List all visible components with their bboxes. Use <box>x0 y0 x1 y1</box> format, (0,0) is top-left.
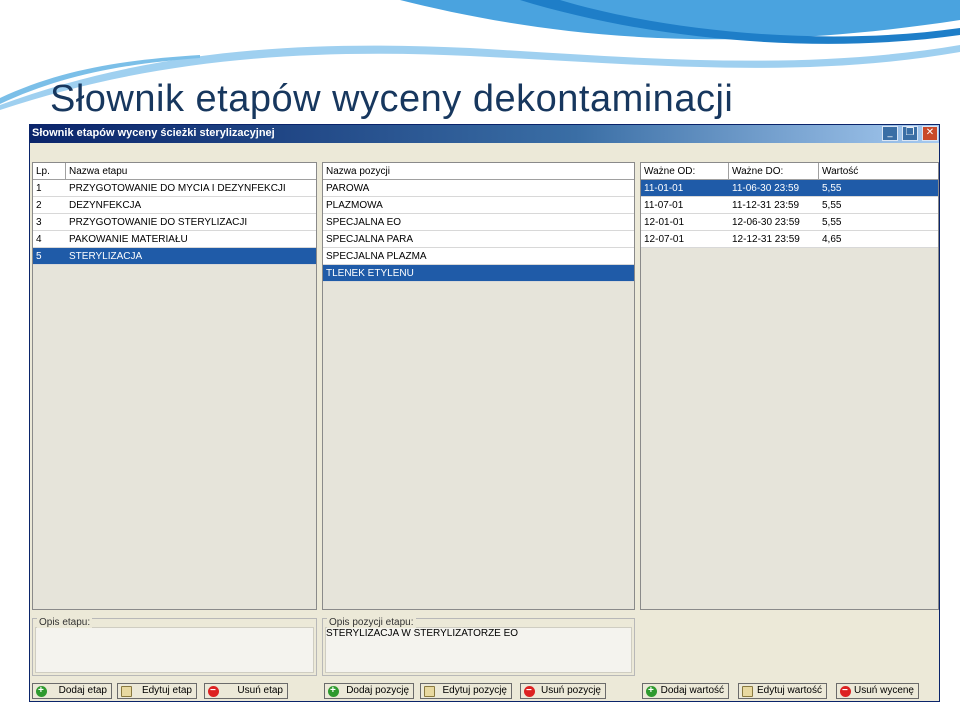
app-window: Słownik etapów wyceny ścieżki sterylizac… <box>29 124 940 702</box>
value-row[interactable]: 12-07-01 12-12-31 23:59 4,65 <box>641 231 938 248</box>
value-cell-value: 4,65 <box>822 234 842 245</box>
add-value-button[interactable]: Dodaj wartość <box>642 683 729 699</box>
position-cell-name: SPECJALNA PARA <box>326 234 414 245</box>
stage-cell-name: STERYLIZACJA <box>69 251 143 262</box>
stage-cell-name: DEZYNFEKCJA <box>69 200 142 211</box>
stage-cell-lp: 1 <box>36 183 42 194</box>
edit-value-button[interactable]: Edytuj wartość <box>738 683 827 699</box>
value-cell-value: 5,55 <box>822 200 842 211</box>
stage-cell-lp: 4 <box>36 234 42 245</box>
stage-row[interactable]: 4 PAKOWANIE MATERIAŁU <box>33 231 316 248</box>
window-title: Słownik etapów wyceny ścieżki sterylizac… <box>32 127 275 139</box>
stage-description-group: Opis etapu: <box>32 617 317 676</box>
value-cell-to: 12-12-31 23:59 <box>732 234 800 245</box>
value-cell-from: 11-07-01 <box>644 200 684 211</box>
stage-description-field[interactable] <box>35 627 314 673</box>
stage-description-label: Opis etapu: <box>37 617 93 628</box>
delete-value-label: Usuń wycenę <box>853 685 914 696</box>
stage-row[interactable]: 5 STERYLIZACJA <box>33 248 316 265</box>
close-icon[interactable]: ✕ <box>922 126 938 141</box>
position-row[interactable]: SPECJALNA PLAZMA <box>323 248 634 265</box>
value-cell-to: 12-06-30 23:59 <box>732 217 800 228</box>
position-row[interactable]: PLAZMOWA <box>323 197 634 214</box>
column-header-position-name[interactable]: Nazwa pozycji <box>323 163 634 180</box>
value-row[interactable]: 11-07-01 11-12-31 23:59 5,55 <box>641 197 938 214</box>
value-cell-value: 5,55 <box>822 217 842 228</box>
add-stage-label: Dodaj etap <box>58 685 107 696</box>
position-row[interactable]: PAROWA <box>323 180 634 197</box>
edit-position-label: Edytuj pozycję <box>442 685 507 696</box>
value-cell-from: 12-01-01 <box>644 217 685 228</box>
add-position-label: Dodaj pozycję <box>346 685 409 696</box>
position-cell-name: PLAZMOWA <box>326 200 383 211</box>
values-grid-header: Ważne OD: Ważne DO: Wartość <box>641 163 938 180</box>
values-grid[interactable]: Ważne OD: Ważne DO: Wartość 11-01-01 11-0… <box>640 162 939 610</box>
add-position-button[interactable]: Dodaj pozycję <box>324 683 414 699</box>
stage-cell-lp: 2 <box>36 200 42 211</box>
value-row[interactable]: 12-01-01 12-06-30 23:59 5,55 <box>641 214 938 231</box>
stages-grid[interactable]: Lp. Nazwa etapu 1 PRZYGOTOWANIE DO MYCIA … <box>32 162 317 610</box>
minimize-icon[interactable]: _ <box>882 126 898 141</box>
stage-cell-name: PAKOWANIE MATERIAŁU <box>69 234 188 245</box>
value-cell-to: 11-06-30 23:59 <box>732 183 800 194</box>
value-cell-from: 12-07-01 <box>644 234 685 245</box>
positions-grid-header: Nazwa pozycji <box>323 163 634 180</box>
stage-row[interactable]: 2 DEZYNFEKCJA <box>33 197 316 214</box>
edit-stage-button[interactable]: Edytuj etap <box>117 683 197 699</box>
position-row[interactable]: SPECJALNA EO <box>323 214 634 231</box>
slide: Słownik etapów wyceny dekontaminacji Sło… <box>0 0 960 716</box>
position-row[interactable]: TLENEK ETYLENU <box>323 265 634 282</box>
column-header-value[interactable]: Wartość <box>819 163 938 180</box>
value-cell-value: 5,55 <box>822 183 842 194</box>
value-row[interactable]: 11-01-01 11-06-30 23:59 5,55 <box>641 180 938 197</box>
column-header-lp[interactable]: Lp. <box>33 163 66 180</box>
value-cell-from: 11-01-01 <box>644 183 684 194</box>
position-cell-name: SPECJALNA PLAZMA <box>326 251 427 262</box>
stage-cell-name: PRZYGOTOWANIE DO MYCIA I DEZYNFEKCJI <box>69 183 286 194</box>
delete-position-button[interactable]: Usuń pozycję <box>520 683 606 699</box>
stage-row[interactable]: 3 PRZYGOTOWANIE DO STERYLIZACJI <box>33 214 316 231</box>
delete-stage-label: Usuń etap <box>237 685 283 696</box>
position-cell-name: TLENEK ETYLENU <box>326 268 414 279</box>
stages-grid-header: Lp. Nazwa etapu <box>33 163 316 180</box>
stage-cell-lp: 5 <box>36 251 42 262</box>
edit-position-button[interactable]: Edytuj pozycję <box>420 683 512 699</box>
column-header-valid-from[interactable]: Ważne OD: <box>641 163 729 180</box>
position-description-value: STERYLIZACJA W STERYLIZATORZE EO <box>326 628 519 639</box>
stage-cell-lp: 3 <box>36 217 42 228</box>
stage-cell-name: PRZYGOTOWANIE DO STERYLIZACJI <box>69 217 248 228</box>
edit-value-label: Edytuj wartość <box>756 685 822 696</box>
column-header-stage-name[interactable]: Nazwa etapu <box>66 163 316 180</box>
position-cell-name: SPECJALNA EO <box>326 217 402 228</box>
position-description-label: Opis pozycji etapu: <box>327 617 416 628</box>
column-header-valid-to[interactable]: Ważne DO: <box>729 163 819 180</box>
delete-value-button[interactable]: Usuń wycenę <box>836 683 919 699</box>
add-value-label: Dodaj wartość <box>660 685 724 696</box>
window-titlebar[interactable]: Słownik etapów wyceny ścieżki sterylizac… <box>30 125 939 143</box>
position-cell-name: PAROWA <box>326 183 370 194</box>
positions-grid[interactable]: Nazwa pozycji PAROWA PLAZMOWA SPECJALNA EO… <box>322 162 635 610</box>
restore-icon[interactable]: ❐ <box>902 126 918 141</box>
stage-row[interactable]: 1 PRZYGOTOWANIE DO MYCIA I DEZYNFEKCJI <box>33 180 316 197</box>
delete-position-label: Usuń pozycję <box>540 685 601 696</box>
value-cell-to: 11-12-31 23:59 <box>732 200 800 211</box>
position-row[interactable]: SPECJALNA PARA <box>323 231 634 248</box>
add-stage-button[interactable]: Dodaj etap <box>32 683 112 699</box>
slide-title: Słownik etapów wyceny dekontaminacji <box>50 78 734 120</box>
delete-stage-button[interactable]: Usuń etap <box>204 683 288 699</box>
edit-stage-label: Edytuj etap <box>141 685 192 696</box>
position-description-group: Opis pozycji etapu: STERYLIZACJA W STERY… <box>322 617 635 676</box>
